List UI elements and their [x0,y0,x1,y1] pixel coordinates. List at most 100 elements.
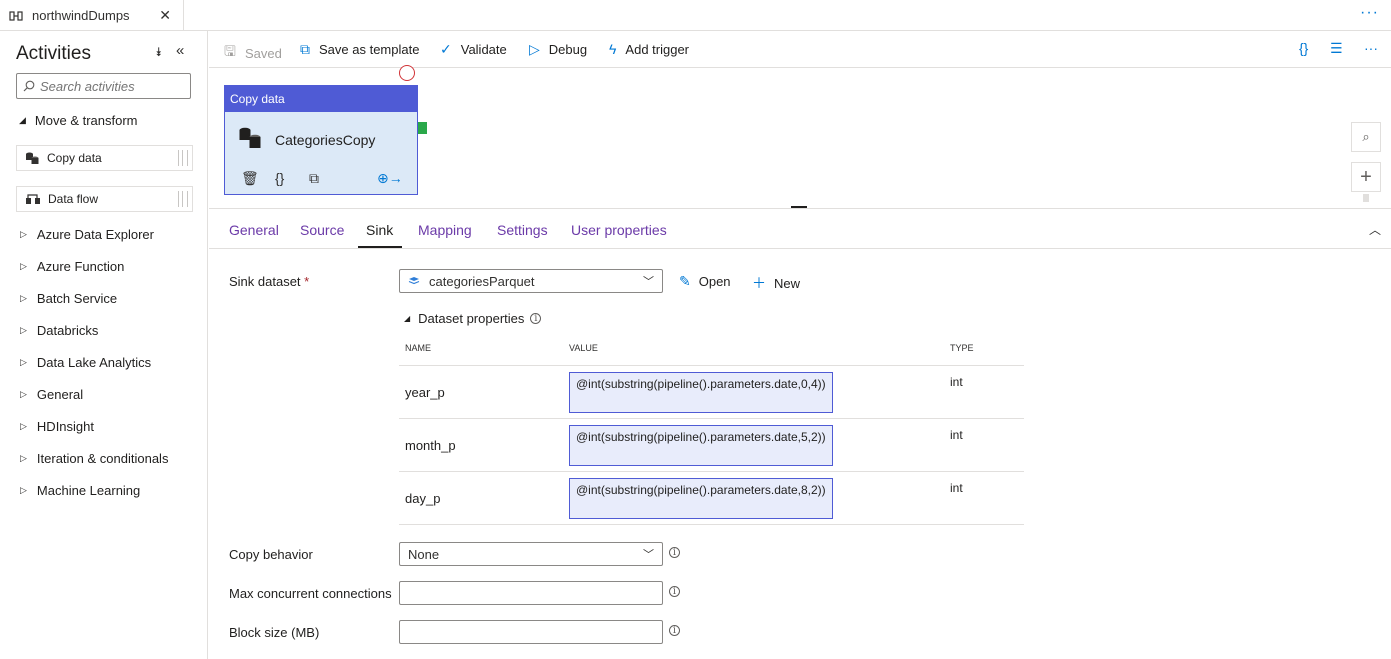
search-activities[interactable] [16,73,191,99]
max-connections-input[interactable] [399,581,663,605]
data-flow-icon [26,194,40,204]
column-type: TYPE [950,343,974,353]
param-value-input[interactable]: @int(substring(pipeline().parameters.dat… [569,372,833,413]
search-input[interactable] [40,78,180,94]
tab-user-properties[interactable]: User properties [571,222,667,238]
open-dataset-button[interactable]: ✎ Open [679,273,731,290]
parquet-icon [408,277,420,285]
sink-dataset-value: categoriesParquet [429,273,535,289]
drag-handle-icon[interactable] [178,191,188,207]
close-tab-icon[interactable]: ✕ [159,7,171,24]
zoom-in-icon[interactable]: + [1351,162,1381,192]
copy-data-activity-node[interactable]: Copy data CategoriesCopy 🗑 {} ⧉ ⊕→ [224,85,418,195]
activities-title: Activities [16,43,91,64]
drag-handle-icon[interactable] [178,150,188,166]
section-label: Move & transform [34,113,138,128]
pipeline-canvas[interactable]: Copy data CategoriesCopy 🗑 {} ⧉ ⊕→ ⌕ + [209,65,1391,208]
saved-button[interactable]: 🖫 Saved [224,41,282,65]
category-label: Databricks [36,323,99,338]
category-label: Iteration & conditionals [36,451,169,466]
save-as-template-button[interactable]: ⧉ Save as template [300,41,419,58]
success-output-port[interactable] [418,122,427,134]
debug-button[interactable]: ▷ Debug [529,41,587,58]
collapse-all-icon[interactable]: ⯯ [155,45,162,60]
category-label: Azure Data Explorer [36,227,154,242]
tab-mapping[interactable]: Mapping [418,222,472,238]
tab-sink[interactable]: Sink [366,222,393,238]
lightning-icon: ϟ [609,41,617,57]
play-icon: ▷ [529,41,540,57]
more-icon[interactable]: ··· [1360,4,1379,22]
info-icon[interactable]: i [669,547,680,558]
collapsed-triangle-icon: ▷ [20,293,27,303]
max-connections-label: Max concurrent connections [229,586,392,601]
info-icon[interactable]: i [669,586,680,597]
add-output-icon[interactable]: ⊕→ [377,170,403,187]
copy-data-icon [239,127,261,148]
tab-general[interactable]: General [229,222,279,238]
delete-icon[interactable]: 🗑 [241,170,259,187]
block-size-input[interactable] [399,620,663,644]
debug-label: Debug [548,42,588,57]
param-name: month_p [405,438,456,453]
activity-data-flow[interactable]: Data flow [16,186,193,212]
category-batch-service[interactable]: ▷ Batch Service [20,291,117,306]
save-icon: 🖫 [224,43,236,59]
pipeline-icon [9,10,23,21]
saved-label: Saved [244,45,282,61]
more-actions-icon[interactable]: ··· [1364,40,1378,56]
active-tab-indicator [358,246,402,248]
category-hdinsight[interactable]: ▷ HDInsight [20,419,94,434]
copy-behavior-select[interactable]: None ﹀ [399,542,663,566]
clone-icon[interactable]: ⧉ [309,170,319,187]
hide-panel-icon[interactable]: « [176,42,184,59]
category-azure-function[interactable]: ▷ Azure Function [20,259,124,274]
validate-label: Validate [460,42,507,57]
collapsed-triangle-icon: ▷ [20,421,27,431]
dataset-properties-label: Dataset properties [418,311,525,326]
plus-icon: ＋ [752,275,766,291]
collapsed-triangle-icon: ▷ [20,229,27,239]
dataset-properties-toggle[interactable]: ◢ Dataset properties i [404,311,542,326]
collapsed-triangle-icon: ▷ [20,389,27,399]
info-icon[interactable]: i [669,625,680,636]
copy-data-icon [26,152,39,164]
collapsed-triangle-icon: ▷ [20,325,27,335]
category-general[interactable]: ▷ General [20,387,83,402]
column-name: NAME [405,343,432,353]
code-icon[interactable]: {} [275,170,284,186]
tab-settings[interactable]: Settings [497,222,548,238]
validate-button[interactable]: ✓ Validate [440,41,507,58]
collapsed-triangle-icon: ▷ [20,453,27,463]
category-databricks[interactable]: ▷ Databricks [20,323,98,338]
param-type: int [950,428,963,442]
tab-source[interactable]: Source [300,222,344,238]
dataset-properties-grid: NAME VALUE TYPE year_p @int(substring(pi… [399,337,1024,525]
info-icon[interactable]: i [530,313,542,324]
table-row: year_p @int(substring(pipeline().paramet… [399,366,1024,419]
dependency-port[interactable] [399,65,415,81]
activity-copy-data[interactable]: Copy data [16,145,193,171]
section-move-transform[interactable]: ◢ Move & transform [19,113,138,128]
add-trigger-button[interactable]: ϟ Add trigger [609,41,689,57]
category-azure-data-explorer[interactable]: ▷ Azure Data Explorer [20,227,154,242]
category-label: Batch Service [36,291,118,306]
canvas-search-icon[interactable]: ⌕ [1351,122,1381,152]
sink-dataset-select[interactable]: categoriesParquet ﹀ [399,269,663,293]
properties-icon[interactable]: ☰ [1330,40,1343,57]
zoom-slider[interactable] [1363,194,1369,202]
column-value: VALUE [569,343,598,353]
properties-tabs: General Source Sink Mapping Settings Use… [209,209,1391,249]
category-label: Data Lake Analytics [36,355,152,370]
collapse-panel-icon[interactable]: ︿ [1369,221,1381,238]
code-view-icon[interactable]: {} [1299,40,1308,56]
param-value-input[interactable]: @int(substring(pipeline().parameters.dat… [569,425,833,466]
new-dataset-button[interactable]: ＋ New [752,273,800,293]
category-iteration-conditionals[interactable]: ▷ Iteration & conditionals [20,451,168,466]
category-data-lake-analytics[interactable]: ▷ Data Lake Analytics [20,355,151,370]
pipeline-tab[interactable]: northwindDumps ✕ [0,0,184,31]
param-value-input[interactable]: @int(substring(pipeline().parameters.dat… [569,478,833,519]
activities-panel: Activities ⯯ « ◢ Move & transform Copy d… [0,31,208,659]
category-machine-learning[interactable]: ▷ Machine Learning [20,483,140,498]
category-label: Machine Learning [36,483,141,498]
